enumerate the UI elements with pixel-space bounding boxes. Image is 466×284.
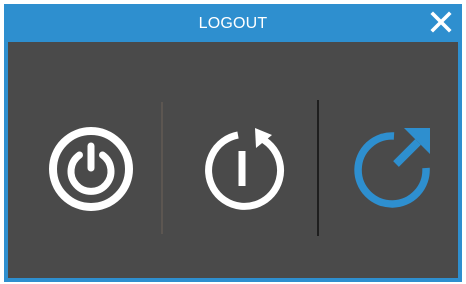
close-icon [430,11,452,33]
logout-dialog: LOGOUT [4,4,462,282]
share-arrow-icon [354,128,430,208]
divider [161,102,163,234]
logout-options-panel [8,42,458,278]
power-icon [49,127,133,211]
restart-icon [205,128,285,210]
switch-user-button[interactable] [320,42,458,278]
divider [317,100,319,236]
restart-button[interactable] [164,42,314,278]
dialog-title: LOGOUT [198,15,268,32]
close-button[interactable] [426,7,456,37]
title-bar: LOGOUT [4,4,462,42]
power-off-button[interactable] [8,42,160,278]
